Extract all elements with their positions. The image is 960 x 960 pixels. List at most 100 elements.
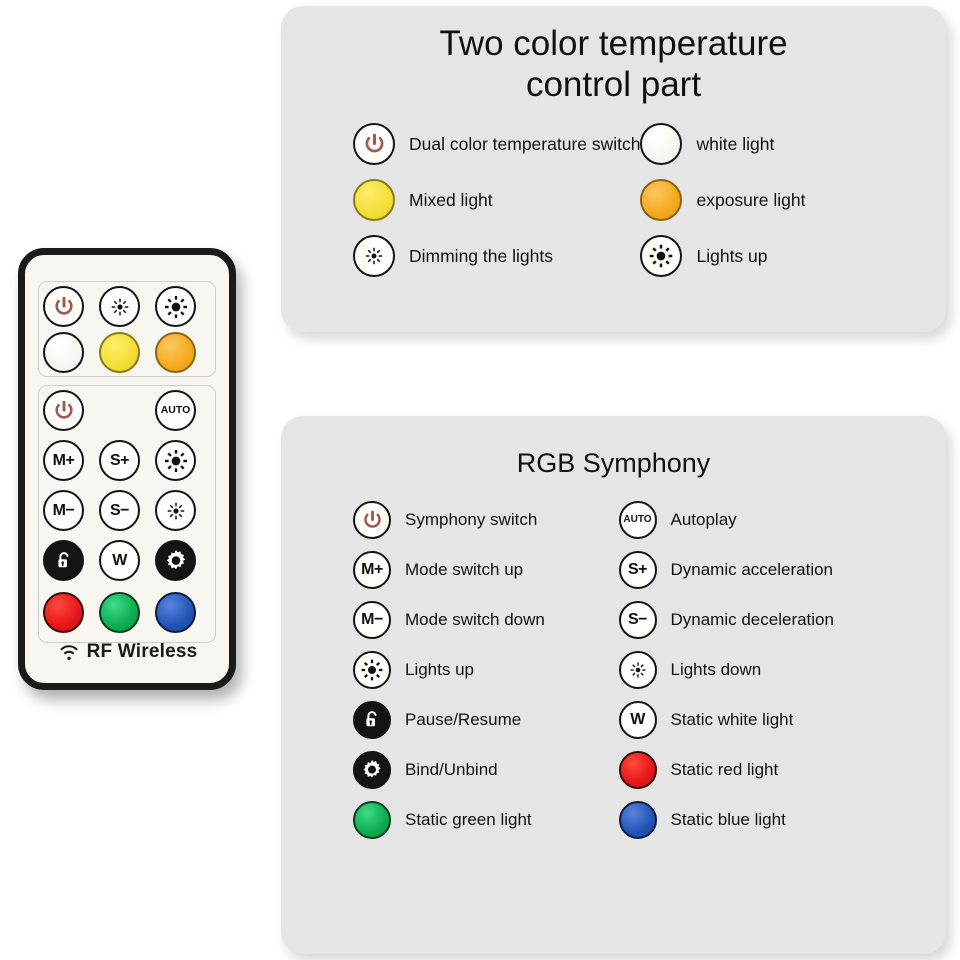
power-icon	[353, 123, 395, 166]
legend-item-mode-switch-up: M+ Mode switch up	[353, 551, 619, 590]
remote-key-cct-bright[interactable]	[155, 286, 196, 327]
legend-item-white-light: white light	[640, 123, 880, 166]
legend-label: Dynamic acceleration	[670, 560, 834, 580]
text-icon: M−	[353, 601, 391, 640]
remote-key-rgb-speed-down[interactable]: S−	[99, 490, 140, 531]
legend-item-dynamic-deceleration: S− Dynamic deceleration	[618, 601, 885, 640]
brightness-up-icon	[353, 651, 391, 690]
panel-two-color-temperature: Two color temperature control part Dual …	[281, 6, 946, 332]
unlock-icon	[52, 549, 76, 573]
remote-key-rgb-red[interactable]	[43, 592, 84, 633]
legend-item-static-white-light: W Static white light	[618, 701, 885, 740]
brightness-up-icon	[163, 294, 189, 320]
power-icon	[353, 501, 391, 540]
panel-cct-title-line2: control part	[525, 64, 702, 104]
legend-item-static-green-light: Static green light	[353, 801, 619, 840]
panel-rgb-symphony: RGB Symphony Symphony switch AUTO Autopl…	[281, 416, 946, 954]
legend-item-mixed-light: Mixed light	[353, 179, 640, 222]
remote-key-rgb-blue[interactable]	[155, 592, 196, 633]
legend-label: Static red light	[670, 760, 779, 780]
auto-icon: AUTO	[618, 501, 657, 540]
legend-label: Lights up	[696, 245, 768, 266]
gear-icon	[162, 547, 190, 575]
text-icon: S−	[618, 601, 657, 640]
color-swatch-icon	[353, 801, 391, 840]
legend-label: exposure light	[696, 189, 806, 210]
color-swatch-icon	[618, 801, 657, 840]
remote-key-rgb-lights-down[interactable]	[155, 490, 196, 531]
color-swatch-icon	[618, 751, 657, 790]
legend-label: Static white light	[670, 710, 794, 730]
legend-label: Pause/Resume	[405, 710, 522, 730]
brightness-down-icon	[353, 235, 395, 278]
text-icon: S+	[618, 551, 657, 590]
legend-item-lights-up: Lights up	[640, 235, 880, 278]
panel-cct-title-line1: Two color temperature	[439, 24, 788, 63]
remote-key-cct-white[interactable]	[43, 332, 84, 373]
power-icon	[52, 399, 76, 423]
auto-key-label: AUTO	[623, 514, 652, 526]
legend-item-lights-down: Lights down	[618, 651, 885, 690]
remote-control: AUTO M+ S+ M− S− W RF Wireless	[18, 248, 236, 690]
color-swatch-icon	[640, 123, 683, 166]
legend-item-mode-switch-down: M− Mode switch down	[353, 601, 619, 640]
legend-label: Mode switch down	[405, 610, 545, 630]
legend-label: Bind/Unbind	[405, 760, 498, 780]
remote-key-rgb-auto[interactable]: AUTO	[155, 390, 196, 431]
remote-cct-keypad	[38, 281, 216, 377]
remote-key-rgb-lights-up[interactable]	[155, 440, 196, 481]
key-label-mplus: M+	[361, 561, 383, 579]
remote-key-cct-dim[interactable]	[99, 286, 140, 327]
remote-key-rgb-speed-up[interactable]: S+	[99, 440, 140, 481]
remote-key-cct-mixed[interactable]	[99, 332, 140, 373]
panel-cct-title: Two color temperature control part	[281, 6, 946, 105]
remote-key-rgb-power[interactable]	[43, 390, 84, 431]
color-swatch-icon	[353, 179, 395, 222]
legend-item-exposure-light: exposure light	[640, 179, 880, 222]
remote-key-cct-exposure[interactable]	[155, 332, 196, 373]
legend-item-dimming-the-lights: Dimming the lights	[353, 235, 640, 278]
legend-item-dual-color-switch: Dual color temperature switch	[353, 123, 640, 166]
panel-rgb-title: RGB Symphony	[516, 448, 711, 478]
brightness-down-icon	[618, 651, 657, 690]
legend-item-static-blue-light: Static blue light	[618, 801, 885, 840]
legend-label: Mode switch up	[405, 560, 524, 580]
text-icon: M+	[353, 551, 391, 590]
legend-label: Autoplay	[670, 510, 737, 530]
key-label-mminus: M−	[361, 611, 383, 629]
legend-label: Dynamic deceleration	[670, 610, 834, 630]
remote-key-rgb-green[interactable]	[99, 592, 140, 633]
remote-key-rgb-mode-up[interactable]: M+	[43, 440, 84, 481]
panel-rgb-legend: Symphony switch AUTO Autoplay M+ Mode sw…	[281, 501, 946, 840]
legend-item-symphony-switch: Symphony switch	[353, 501, 619, 540]
gear-icon	[353, 751, 391, 790]
brightness-down-icon	[164, 499, 188, 523]
power-icon	[52, 295, 76, 319]
remote-key-label-splus: S+	[109, 451, 130, 469]
remote-rgb-keypad: AUTO M+ S+ M− S− W	[38, 385, 216, 643]
key-label-w: W	[630, 711, 645, 729]
remote-key-label-mplus: M+	[52, 451, 75, 469]
rf-wireless-label: RF Wireless	[86, 641, 198, 662]
remote-brand-strip: RF Wireless	[25, 635, 229, 669]
remote-key-label-mminus: M−	[52, 501, 75, 519]
legend-label: Dimming the lights	[409, 245, 553, 266]
unlock-icon	[353, 701, 391, 740]
remote-key-rgb-bind[interactable]	[155, 540, 196, 581]
remote-body: AUTO M+ S+ M− S− W RF Wireless	[18, 248, 236, 690]
legend-item-bind-unbind: Bind/Unbind	[353, 751, 619, 790]
remote-key-rgb-white[interactable]: W	[99, 540, 140, 581]
text-icon: W	[618, 701, 657, 740]
legend-item-autoplay: AUTO Autoplay	[618, 501, 885, 540]
remote-key-label-sminus: S−	[109, 501, 130, 519]
legend-label: Symphony switch	[405, 510, 538, 530]
remote-key-rgb-pause[interactable]	[43, 540, 84, 581]
panel-cct-legend: Dual color temperature switch white ligh…	[281, 123, 946, 278]
key-label-splus: S+	[627, 561, 648, 579]
color-swatch-icon	[640, 179, 683, 222]
remote-key-cct-power[interactable]	[43, 286, 84, 327]
legend-label: Lights up	[405, 660, 474, 680]
remote-key-rgb-mode-down[interactable]: M−	[43, 490, 84, 531]
legend-item-lights-up: Lights up	[353, 651, 619, 690]
brightness-down-icon	[108, 295, 132, 319]
